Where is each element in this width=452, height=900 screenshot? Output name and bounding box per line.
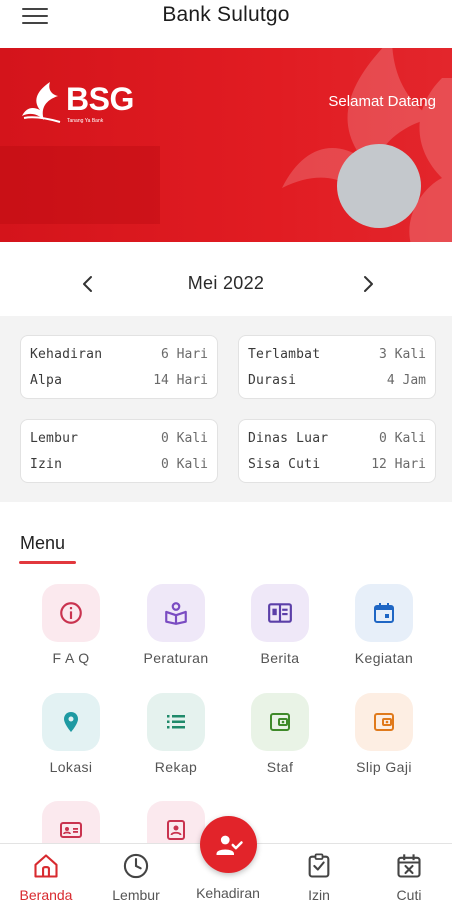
menu-item-label: Lokasi <box>49 759 93 775</box>
menu-item-kegiatan[interactable]: Kegiatan <box>332 584 436 684</box>
menu-heading: Menu <box>20 533 66 553</box>
menu-item-faq[interactable]: F A Q <box>19 584 123 684</box>
menu-item-label: Slip Gaji <box>356 759 412 775</box>
stat-key: Izin <box>30 457 63 472</box>
location-pin-icon <box>42 693 100 751</box>
stat-key: Terlambat <box>248 347 321 362</box>
menu-item-lokasi[interactable]: Lokasi <box>19 693 123 793</box>
calendar-cancel-icon <box>397 854 421 878</box>
stat-key: Durasi <box>248 373 297 388</box>
nav-lembur[interactable]: Lembur <box>96 852 176 900</box>
stat-value: 3 Kali <box>379 347 426 362</box>
logo-tagline: Tanang Ya Bank <box>67 118 104 124</box>
info-icon <box>42 584 100 642</box>
stat-value: 12 Hari <box>371 457 426 472</box>
menu-item-label: F A Q <box>52 650 90 666</box>
nav-label: Lembur <box>112 887 160 900</box>
banner-name-strip <box>0 146 160 224</box>
menu-item-slip-gaji[interactable]: Slip Gaji <box>332 693 436 793</box>
clock-icon <box>123 853 149 879</box>
stat-card-kehadiran: Kehadiran 6 Hari Alpa 14 Hari <box>20 335 218 399</box>
menu-item-label: Staf <box>266 759 294 775</box>
stat-card-terlambat: Terlambat 3 Kali Durasi 4 Jam <box>238 335 436 399</box>
stat-key: Dinas Luar <box>248 431 329 446</box>
checklist-icon <box>308 853 330 878</box>
stat-value: 4 Jam <box>386 373 426 388</box>
menu-item-staf[interactable]: Staf <box>228 693 332 793</box>
stat-card-lembur: Lembur 0 Kali Izin 0 Kali <box>20 419 218 483</box>
logo-text: BSG <box>66 81 134 117</box>
menu-item-label: Peraturan <box>143 650 209 666</box>
menu-item-label: Rekap <box>154 759 198 775</box>
stat-key: Alpa <box>30 373 63 388</box>
home-icon <box>34 854 58 878</box>
menu-item-peraturan[interactable]: Peraturan <box>124 584 228 684</box>
stat-key: Lembur <box>30 431 79 446</box>
stat-value: 6 Hari <box>161 347 208 362</box>
bsg-logo: BSG Tanang Ya Bank <box>20 78 150 128</box>
list-icon <box>147 693 205 751</box>
month-selector: Mei 2022 <box>0 258 452 310</box>
stat-key: Sisa Cuti <box>248 457 321 472</box>
stat-value: 0 Kali <box>161 431 208 446</box>
nav-beranda[interactable]: Beranda <box>6 852 86 900</box>
calendar-event-icon <box>355 584 413 642</box>
contact-card-icon <box>147 801 205 843</box>
nav-label-kehadiran: Kehadiran <box>196 885 260 900</box>
app-bar: Bank Sulutgo <box>0 0 452 48</box>
stat-key: Kehadiran <box>30 347 103 362</box>
menu-item-berita[interactable]: Berita <box>228 584 332 684</box>
menu-item-label: Kegiatan <box>354 650 414 666</box>
bsg-logo-mark-icon <box>22 82 61 123</box>
newspaper-icon <box>251 584 309 642</box>
kehadiran-fab-button[interactable] <box>200 816 257 873</box>
app-title: Bank Sulutgo <box>162 3 290 26</box>
chevron-right-icon[interactable] <box>356 272 380 296</box>
stat-value: 0 Kali <box>379 431 426 446</box>
id-card-icon <box>42 801 100 843</box>
month-label: Mei 2022 <box>187 273 265 293</box>
stat-value: 0 Kali <box>161 457 208 472</box>
nav-label: Cuti <box>396 887 422 900</box>
stat-value: 14 Hari <box>153 373 208 388</box>
wallet-icon <box>355 693 413 751</box>
attendance-summary: Kehadiran 6 Hari Alpa 14 Hari Terlambat 3 K… <box>0 316 452 502</box>
avatar[interactable] <box>337 144 421 228</box>
welcome-text: Selamat Datang <box>328 93 436 110</box>
menu-item-label: Berita <box>260 650 300 666</box>
welcome-banner: BSG Tanang Ya Bank Selamat Datang <box>0 48 452 242</box>
menu-item-id-card[interactable] <box>19 801 123 843</box>
stat-card-dinas-luar: Dinas Luar 0 Kali Sisa Cuti 12 Hari <box>238 419 436 483</box>
reading-book-icon <box>147 584 205 642</box>
nav-label: Izin <box>308 887 330 900</box>
user-check-icon <box>216 835 243 855</box>
menu-item-rekap[interactable]: Rekap <box>124 693 228 793</box>
nav-cuti[interactable]: Cuti <box>369 852 449 900</box>
menu-heading-underline <box>19 561 76 564</box>
nav-label: Beranda <box>19 887 73 900</box>
wallet-icon <box>251 693 309 751</box>
nav-izin[interactable]: Izin <box>279 852 359 900</box>
